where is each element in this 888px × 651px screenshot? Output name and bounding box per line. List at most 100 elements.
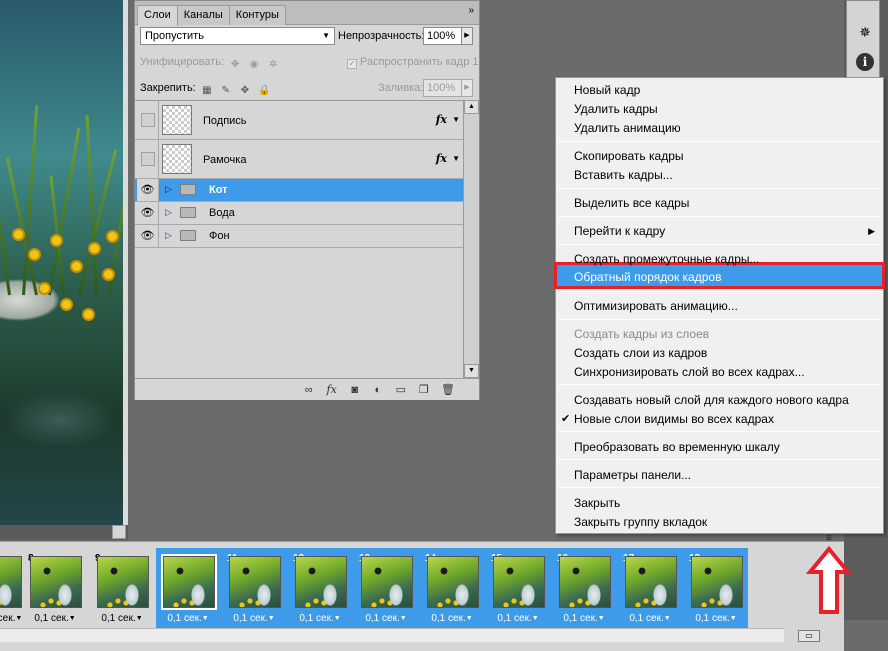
frame-duration[interactable]: 0,1 сек.▼ [554, 613, 614, 624]
new-group-icon[interactable]: ▭ [395, 384, 407, 396]
frame-duration[interactable]: 0,1 сек.▼ [686, 613, 746, 624]
frame-duration[interactable]: 0,1 сек.▼ [224, 613, 284, 624]
scroll-down-icon[interactable]: ▼ [464, 364, 479, 378]
menu-item-flatten-frames-into-layers[interactable]: Создать слои из кадров [574, 346, 707, 360]
info-icon[interactable]: i [856, 53, 874, 71]
animation-frame[interactable]: 17 0,1 сек.▼ [619, 550, 681, 626]
unify-position-icon[interactable]: ✥ [229, 59, 241, 71]
frame-duration[interactable]: сек.▼ [0, 613, 25, 624]
expand-triangle-icon[interactable]: ▷ [165, 230, 172, 241]
menu-item-panel-options[interactable]: Параметры панели... [574, 468, 691, 482]
frame-duration[interactable]: 0,1 сек.▼ [620, 613, 680, 624]
menu-item-close[interactable]: Закрыть [574, 496, 620, 510]
canvas-resize-corner[interactable] [112, 525, 126, 539]
animation-frame[interactable]: 14 0,1 сек.▼ [421, 550, 483, 626]
menu-item-new-layers-visible[interactable]: Новые слои видимы во всех кадрах [574, 412, 774, 426]
canvas-vertical-scrollbar[interactable] [123, 0, 128, 525]
menu-item-delete-frames[interactable]: Удалить кадры [574, 102, 658, 116]
fx-icon[interactable]: fx [436, 152, 447, 165]
animation-frame[interactable]: 11 0,1 сек.▼ [223, 550, 285, 626]
animation-frame-current[interactable]: 10 0,1 сек.▼ [157, 550, 219, 626]
frame-duration[interactable]: 0,1 сек.▼ [92, 613, 152, 624]
layer-row-signature[interactable]: Подпись fx ▼ [135, 101, 463, 140]
opacity-input[interactable]: 100% [423, 27, 463, 45]
animation-frame[interactable]: 15 0,1 сек.▼ [487, 550, 549, 626]
lock-pixels-icon[interactable]: ✎ [220, 85, 232, 97]
lock-all-icon[interactable]: 🔒 [258, 85, 270, 97]
trash-icon[interactable]: 🗑 [441, 384, 455, 396]
propagate-frame-checkbox[interactable]: ✓ [347, 59, 357, 69]
frame-duration[interactable]: 0,1 сек.▼ [488, 613, 548, 624]
tab-paths[interactable]: Контуры [228, 5, 286, 25]
menu-item-new-frame[interactable]: Новый кадр [574, 83, 640, 97]
chevron-down-icon[interactable]: ▼ [452, 154, 460, 163]
frame-duration[interactable]: 0,1 сек.▼ [158, 613, 218, 624]
visibility-toggle[interactable] [137, 101, 159, 139]
animation-frame[interactable]: 9 0,1 сек.▼ [91, 550, 153, 626]
add-style-icon[interactable]: fx [326, 384, 338, 396]
menu-item-close-tab-group[interactable]: Закрыть группу вкладок [574, 515, 707, 529]
visibility-toggle[interactable]: 👁 [137, 225, 159, 247]
lock-transparent-icon[interactable]: ▦ [201, 85, 213, 97]
animation-frame[interactable]: 13 0,1 сек.▼ [355, 550, 417, 626]
fx-icon[interactable]: fx [436, 113, 447, 126]
animation-horizontal-scrollbar[interactable] [0, 628, 784, 642]
expand-triangle-icon[interactable]: ▷ [165, 207, 172, 218]
collapse-panel-icon[interactable]: » [468, 5, 473, 16]
tab-layers[interactable]: Слои [137, 5, 178, 26]
menu-item-select-all-frames[interactable]: Выделить все кадры [574, 196, 689, 210]
frame-duration[interactable]: 0,1 сек.▼ [25, 613, 85, 624]
fill-input[interactable]: 100% [423, 79, 463, 97]
menu-item-tween[interactable]: Создать промежуточные кадры... [574, 252, 760, 266]
animation-frame[interactable]: 8 0,1 сек.▼ [24, 550, 86, 626]
convert-to-timeline-icon[interactable]: ▭ [798, 630, 820, 642]
frame-duration[interactable]: 0,1 сек.▼ [422, 613, 482, 624]
frame-duration[interactable]: 0,1 сек.▼ [290, 613, 350, 624]
layers-vertical-scrollbar[interactable]: ▲ ▼ [463, 100, 479, 378]
animation-frame[interactable]: 16 0,1 сек.▼ [553, 550, 615, 626]
frame-duration[interactable]: 0,1 сек.▼ [356, 613, 416, 624]
blend-mode-select[interactable]: Пропустить ▼ [140, 27, 335, 45]
dock-icons: ✵ i [846, 0, 880, 80]
layer-group-background[interactable]: 👁 ▷ Фон [135, 225, 463, 248]
layer-row-frame[interactable]: Рамочка fx ▼ [135, 140, 463, 179]
menu-item-delete-animation[interactable]: Удалить анимацию [574, 121, 681, 135]
animation-panel-menu-icon[interactable]: ≡ [826, 533, 832, 544]
menu-item-go-to-frame[interactable]: Перейти к кадру [574, 224, 665, 238]
menu-item-match-layer-across-frames[interactable]: Синхронизировать слой во всех кадрах... [574, 365, 805, 379]
add-mask-icon[interactable]: ◙ [349, 384, 361, 396]
menu-item-new-layer-each-frame[interactable]: Создавать новый слой для каждого нового … [574, 393, 849, 407]
document-canvas[interactable] [0, 0, 128, 540]
menu-item-paste-frames[interactable]: Вставить кадры... [574, 168, 673, 182]
new-layer-icon[interactable]: ❐ [418, 384, 430, 396]
visibility-toggle[interactable]: 👁 [137, 202, 159, 224]
visibility-toggle[interactable] [137, 140, 159, 178]
visibility-empty-box [140, 113, 155, 127]
tab-channels[interactable]: Каналы [176, 5, 230, 25]
adjustment-layer-icon[interactable]: ◐ [372, 384, 384, 396]
scroll-up-icon[interactable]: ▲ [464, 100, 479, 114]
eye-icon: 👁 [140, 230, 155, 242]
expand-triangle-icon[interactable]: ▷ [165, 184, 172, 195]
animation-frame[interactable]: сек.▼ [0, 550, 26, 626]
animation-frame[interactable]: 12 0,1 сек.▼ [289, 550, 351, 626]
menu-item-convert-to-timeline[interactable]: Преобразовать во временную шкалу [574, 440, 780, 454]
chevron-down-icon[interactable]: ▼ [452, 115, 460, 124]
menu-item-copy-frames[interactable]: Скопировать кадры [574, 149, 684, 163]
unify-style-icon[interactable]: ✲ [267, 59, 279, 71]
navigator-icon[interactable]: ✵ [856, 23, 874, 41]
fill-slider-toggle[interactable]: ▶ [461, 79, 473, 97]
menu-item-reverse-frames[interactable]: Обратный порядок кадров [574, 270, 721, 284]
layer-group-water[interactable]: 👁 ▷ Вода [135, 202, 463, 225]
opacity-slider-toggle[interactable]: ▶ [461, 27, 473, 45]
link-layers-icon[interactable]: ∞ [303, 384, 315, 396]
animation-frame[interactable]: 18 0,1 сек.▼ [685, 550, 747, 626]
visibility-toggle[interactable]: 👁 [137, 179, 159, 201]
unify-visibility-icon[interactable]: ◉ [248, 59, 260, 71]
canvas-image [0, 0, 123, 525]
menu-item-optimize-animation[interactable]: Оптимизировать анимацию... [574, 299, 738, 313]
lock-position-icon[interactable]: ✥ [239, 85, 251, 97]
layer-thumbnail [162, 144, 192, 174]
eye-icon: 👁 [140, 207, 155, 219]
layer-group-cat[interactable]: 👁 ▷ Кот [135, 179, 463, 202]
